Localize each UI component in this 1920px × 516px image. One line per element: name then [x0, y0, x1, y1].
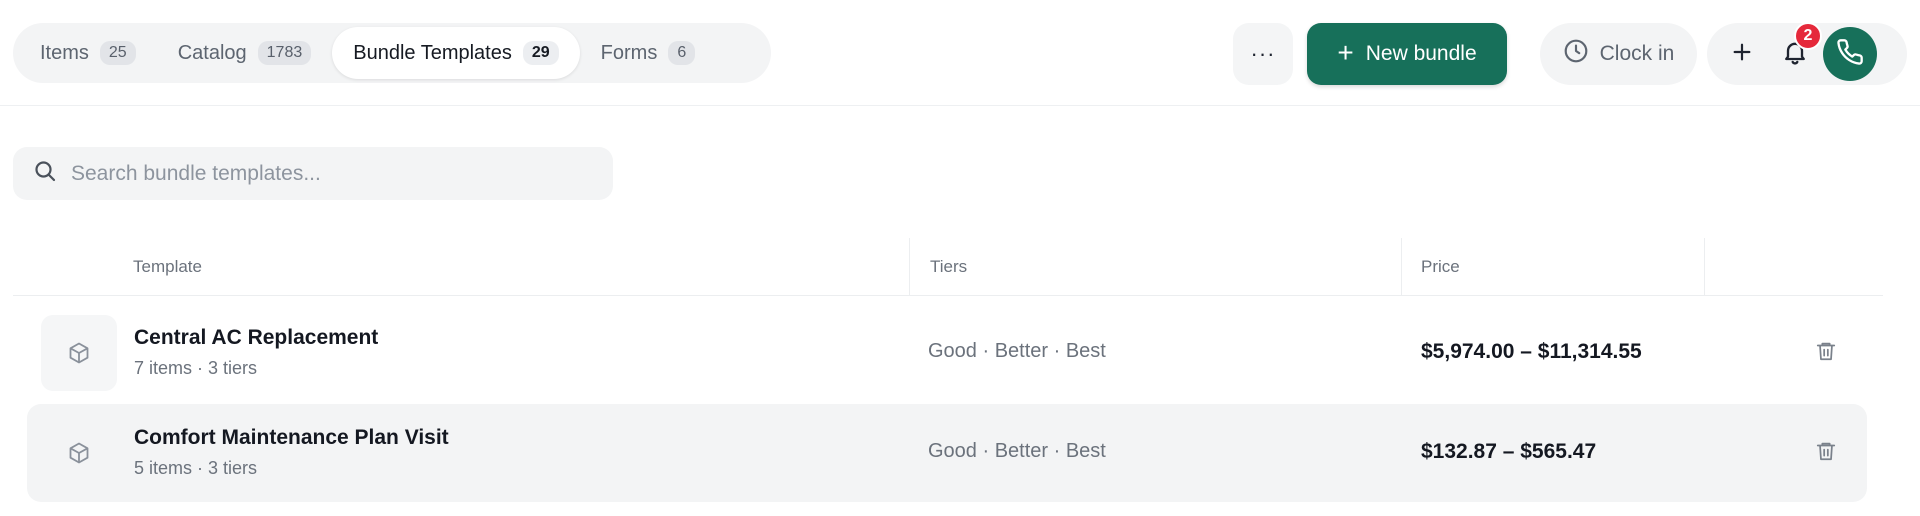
column-divider [1704, 238, 1705, 296]
package-icon [41, 315, 117, 391]
search-input[interactable] [71, 161, 571, 186]
clock-in-button[interactable]: Clock in [1540, 23, 1697, 85]
phone-button[interactable] [1823, 27, 1877, 81]
row-price: $132.87 – $565.47 [1421, 440, 1597, 463]
clock-in-label: Clock in [1599, 42, 1675, 65]
row-title: Comfort Maintenance Plan Visit [134, 426, 449, 449]
column-header-tiers[interactable]: Tiers [930, 238, 967, 296]
row-subtitle: 7 items · 3 tiers [134, 358, 258, 378]
column-divider [1401, 238, 1402, 296]
plus-icon [1731, 37, 1753, 71]
tab-forms[interactable]: Forms 6 [580, 27, 717, 79]
trash-icon [1815, 439, 1837, 468]
add-button[interactable] [1719, 30, 1765, 78]
tab-bundle-templates[interactable]: Bundle Templates 29 [332, 27, 580, 79]
tab-label: Catalog [177, 41, 247, 64]
notification-count-badge: 2 [1794, 22, 1822, 50]
tab-label: Forms [600, 41, 658, 64]
tab-label: Items [40, 41, 89, 64]
top-bar: Items 25 Catalog 1783 Bundle Templates 2… [0, 0, 1920, 106]
column-divider [909, 238, 910, 296]
package-icon [41, 415, 117, 491]
table-row[interactable]: Comfort Maintenance Plan Visit 5 items ·… [27, 404, 1867, 502]
column-header-price[interactable]: Price [1421, 238, 1460, 296]
tab-catalog[interactable]: Catalog 1783 [157, 27, 333, 79]
tab-count-badge: 6 [668, 41, 696, 65]
row-price: $5,974.00 – $11,314.55 [1421, 340, 1642, 363]
search-bar [13, 147, 613, 200]
delete-button[interactable] [1806, 433, 1846, 473]
table-row[interactable]: Central AC Replacement 7 items · 3 tiers… [27, 304, 1867, 402]
tab-group: Items 25 Catalog 1783 Bundle Templates 2… [13, 23, 771, 83]
tab-count-badge: 29 [522, 41, 559, 65]
more-icon: ··· [1250, 41, 1276, 66]
tab-label: Bundle Templates [353, 41, 512, 64]
search-icon [33, 159, 57, 188]
table-header: Template Tiers Price [13, 238, 1883, 296]
more-options-button[interactable]: ··· [1233, 23, 1293, 85]
tab-items[interactable]: Items 25 [19, 27, 157, 79]
row-title: Central AC Replacement [134, 326, 379, 349]
plus-icon: + [1337, 37, 1354, 68]
new-bundle-button[interactable]: + New bundle [1307, 23, 1507, 85]
new-bundle-label: New bundle [1365, 42, 1477, 65]
trash-icon [1815, 339, 1837, 368]
tab-count-badge: 25 [99, 41, 136, 65]
row-subtitle: 5 items · 3 tiers [134, 458, 258, 478]
column-header-template[interactable]: Template [133, 238, 202, 296]
clock-icon [1563, 38, 1589, 70]
row-tiers: Good · Better · Best [928, 440, 1106, 462]
phone-icon [1836, 38, 1864, 71]
tab-count-badge: 1783 [257, 41, 312, 65]
row-tiers: Good · Better · Best [928, 340, 1106, 362]
delete-button[interactable] [1806, 333, 1846, 373]
